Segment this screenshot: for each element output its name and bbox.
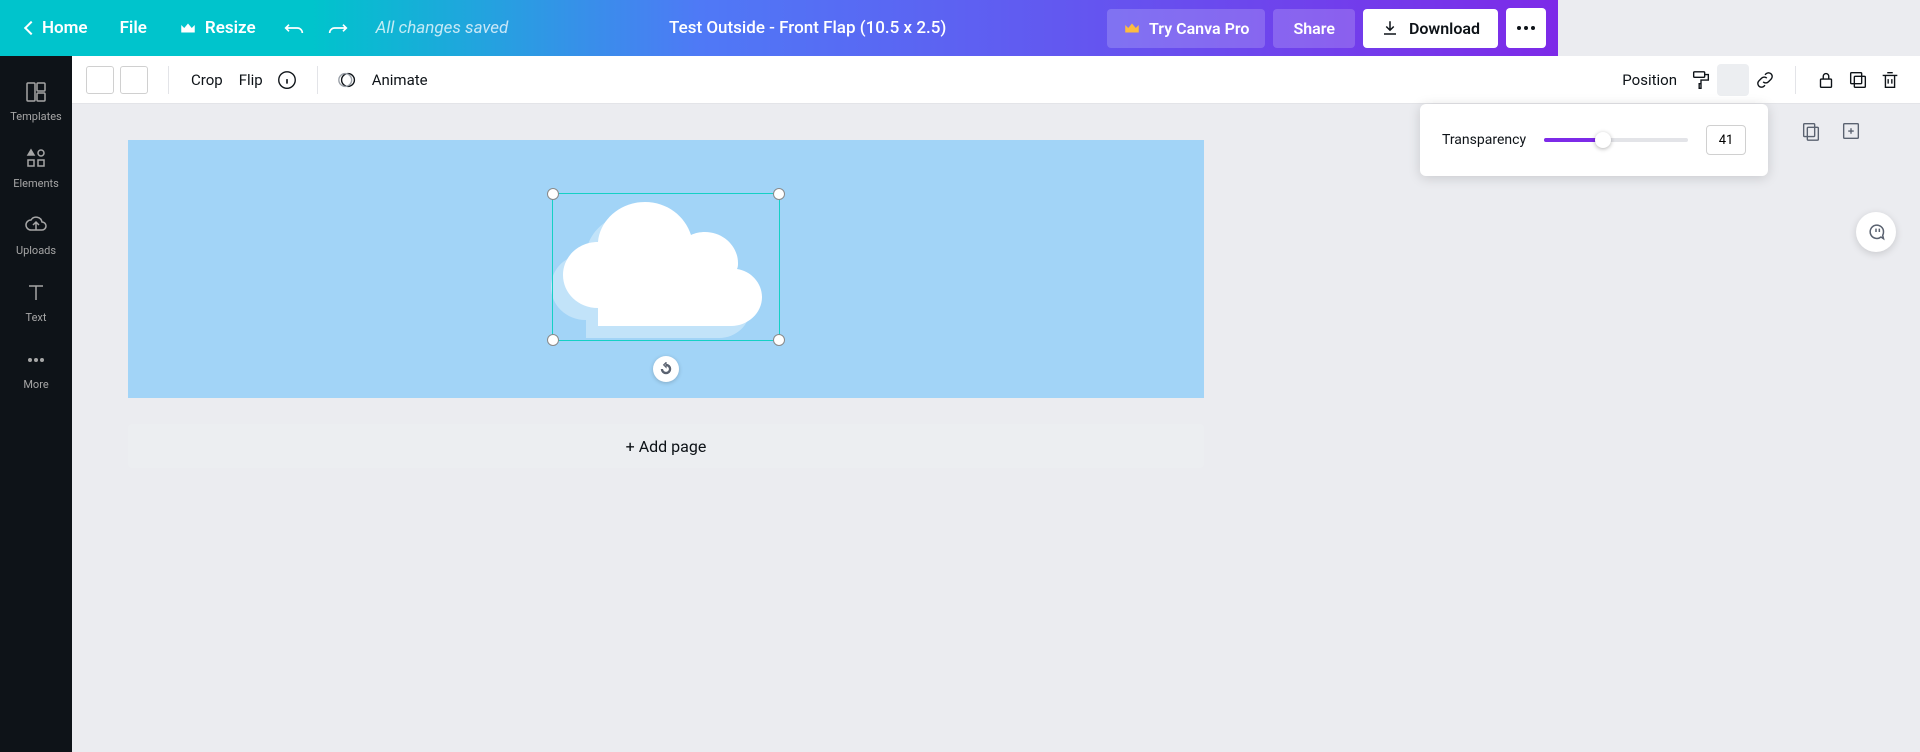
link-icon xyxy=(1754,69,1776,91)
transparency-input[interactable] xyxy=(1706,125,1746,155)
share-button[interactable]: Share xyxy=(1273,9,1355,48)
text-icon xyxy=(24,281,48,305)
separator xyxy=(168,66,169,94)
sidebar-item-more[interactable]: More xyxy=(0,336,72,403)
selection-box[interactable] xyxy=(552,193,780,341)
crown-icon xyxy=(179,19,197,37)
file-menu[interactable]: File xyxy=(106,10,161,46)
more-menu-button[interactable] xyxy=(1506,8,1546,48)
try-pro-label: Try Canva Pro xyxy=(1149,19,1249,38)
save-status: All changes saved xyxy=(376,18,509,38)
canvas-page[interactable] xyxy=(128,140,1204,398)
color-swatch-1[interactable] xyxy=(86,66,114,94)
top-left-group: Home File Resize All changes saved xyxy=(12,10,508,46)
templates-icon xyxy=(24,80,48,104)
crop-button[interactable]: Crop xyxy=(183,65,231,95)
duplicate-button[interactable] xyxy=(1842,64,1874,96)
sidebar-item-elements[interactable]: Elements xyxy=(0,135,72,202)
resize-handle-tr[interactable] xyxy=(773,188,785,200)
separator xyxy=(1795,66,1796,94)
sidebar-label: More xyxy=(23,378,48,391)
top-right-group: Try Canva Pro Share Download xyxy=(1107,8,1546,48)
download-label: Download xyxy=(1409,19,1480,38)
transparency-slider[interactable] xyxy=(1544,138,1688,142)
duplicate-icon xyxy=(1847,69,1869,91)
home-label: Home xyxy=(42,18,88,38)
file-label: File xyxy=(120,18,147,38)
resize-handle-br[interactable] xyxy=(773,334,785,346)
top-bar: Home File Resize All changes saved Test … xyxy=(0,0,1558,56)
comment-icon xyxy=(1866,222,1886,242)
try-pro-button[interactable]: Try Canva Pro xyxy=(1107,9,1265,48)
resize-label: Resize xyxy=(205,18,256,38)
animate-button[interactable]: Animate xyxy=(364,65,436,95)
transparency-button[interactable] xyxy=(1717,64,1749,96)
animate-icon xyxy=(337,69,359,91)
sidebar-label: Text xyxy=(26,311,47,324)
position-button[interactable]: Position xyxy=(1614,65,1685,95)
paint-roller-icon xyxy=(1690,69,1712,91)
add-page-button[interactable] xyxy=(1840,120,1862,142)
copy-style-button[interactable] xyxy=(1685,64,1717,96)
more-icon xyxy=(24,348,48,372)
separator xyxy=(317,66,318,94)
info-button[interactable] xyxy=(271,64,303,96)
resize-handle-bl[interactable] xyxy=(547,334,559,346)
chevron-left-icon xyxy=(24,21,38,35)
home-button[interactable]: Home xyxy=(12,10,102,46)
dots-icon xyxy=(1517,26,1535,30)
page-actions xyxy=(1800,120,1862,142)
duplicate-page-button[interactable] xyxy=(1800,120,1822,142)
resize-button[interactable]: Resize xyxy=(165,10,270,46)
sidebar-label: Elements xyxy=(13,177,59,190)
resize-handle-tl[interactable] xyxy=(547,188,559,200)
delete-button[interactable] xyxy=(1874,64,1906,96)
comment-button[interactable] xyxy=(1856,212,1896,252)
sidebar-item-text[interactable]: Text xyxy=(0,269,72,336)
download-icon xyxy=(1381,19,1399,37)
download-button[interactable]: Download xyxy=(1363,9,1498,48)
sidebar-label: Uploads xyxy=(16,244,56,257)
sidebar-label: Templates xyxy=(10,110,61,123)
elements-icon xyxy=(24,147,48,171)
animate-icon-button[interactable] xyxy=(332,64,364,96)
document-title[interactable]: Test Outside - Front Flap (10.5 x 2.5) xyxy=(508,18,1107,38)
sidebar-item-uploads[interactable]: Uploads xyxy=(0,202,72,269)
rotate-handle[interactable] xyxy=(653,356,679,382)
context-toolbar: Crop Flip Animate Position xyxy=(72,56,1920,104)
transparency-popover: Transparency xyxy=(1420,104,1768,176)
trash-icon xyxy=(1879,69,1901,91)
crown-icon xyxy=(1123,19,1141,37)
lock-icon xyxy=(1815,69,1837,91)
sidebar-item-templates[interactable]: Templates xyxy=(0,68,72,135)
rotate-icon xyxy=(659,362,673,376)
lock-button[interactable] xyxy=(1810,64,1842,96)
flip-button[interactable]: Flip xyxy=(231,65,271,95)
add-page-bar[interactable]: + Add page xyxy=(128,424,1204,468)
add-page-label: + Add page xyxy=(626,437,707,456)
transparency-label: Transparency xyxy=(1442,132,1526,148)
slider-thumb[interactable] xyxy=(1595,132,1611,148)
redo-button[interactable] xyxy=(328,21,348,35)
uploads-icon xyxy=(24,214,48,238)
share-label: Share xyxy=(1293,19,1335,38)
canvas-area[interactable]: + Add page xyxy=(72,104,1920,752)
color-swatch-2[interactable] xyxy=(120,66,148,94)
undo-button[interactable] xyxy=(284,21,304,35)
link-button[interactable] xyxy=(1749,64,1781,96)
sidebar: Templates Elements Uploads Text More xyxy=(0,56,72,752)
info-icon xyxy=(276,69,298,91)
